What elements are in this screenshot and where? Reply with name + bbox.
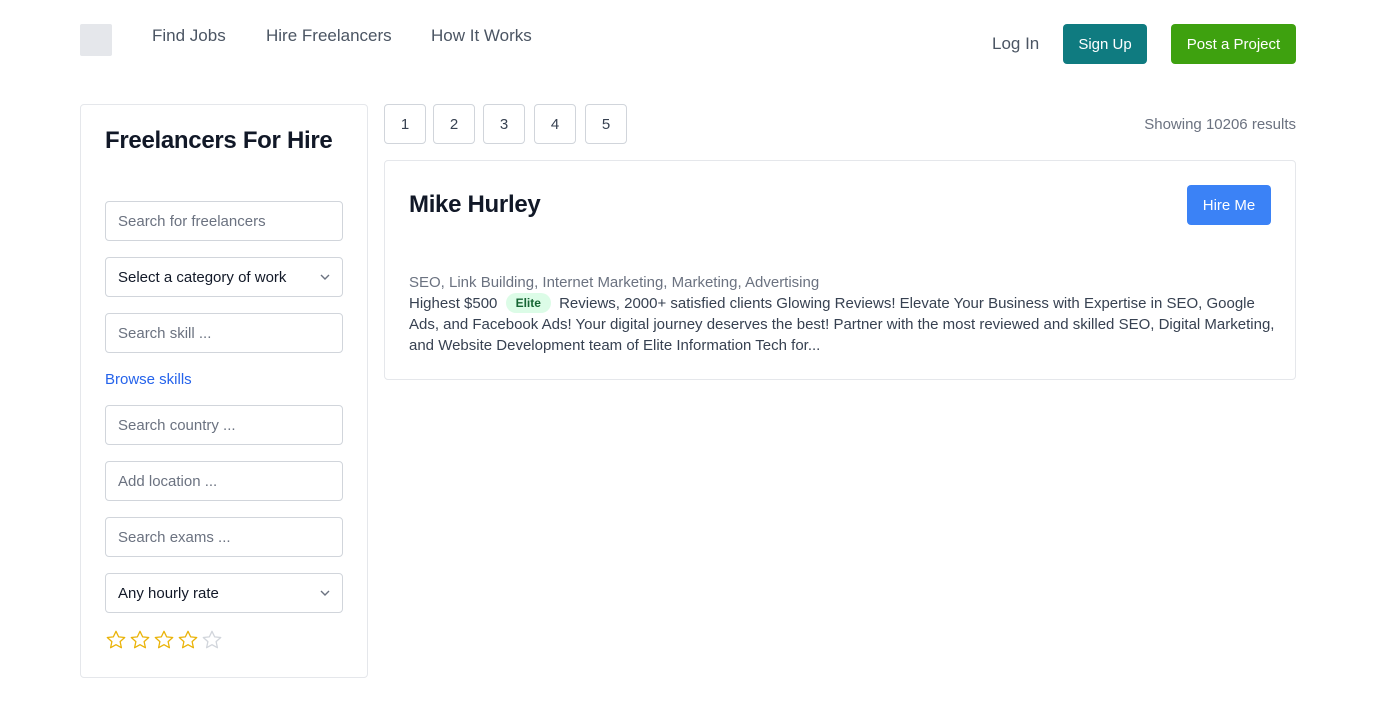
page-button-1[interactable]: 1 bbox=[384, 104, 426, 144]
hire-me-button[interactable]: Hire Me bbox=[1187, 185, 1271, 225]
elite-badge: Elite bbox=[505, 293, 551, 313]
login-link[interactable]: Log In bbox=[992, 34, 1039, 54]
signup-button[interactable]: Sign Up bbox=[1063, 24, 1147, 64]
freelancer-search-field bbox=[105, 201, 343, 241]
location-input[interactable] bbox=[106, 462, 342, 500]
skill-search-input[interactable] bbox=[106, 314, 342, 352]
results-count: Showing 10206 results bbox=[1144, 116, 1296, 133]
star-empty-icon[interactable] bbox=[201, 629, 223, 651]
freelancer-description: Highest $500 Elite Reviews, 2000+ satisf… bbox=[409, 293, 1275, 356]
category-select[interactable]: Select a category of work bbox=[105, 257, 343, 297]
freelancer-skills: SEO, Link Building, Internet Marketing, … bbox=[409, 274, 820, 291]
country-search-input[interactable] bbox=[106, 406, 342, 444]
hourly-rate-select[interactable]: Any hourly rate bbox=[105, 573, 343, 613]
star-filled-icon[interactable] bbox=[129, 629, 151, 651]
page-button-3[interactable]: 3 bbox=[483, 104, 525, 144]
exams-search-field bbox=[105, 517, 343, 557]
sidebar-title: Freelancers For Hire bbox=[105, 127, 333, 154]
freelancer-card: Mike Hurley Hire Me SEO, Link Building, … bbox=[384, 160, 1296, 380]
country-search-field bbox=[105, 405, 343, 445]
post-project-button[interactable]: Post a Project bbox=[1171, 24, 1296, 64]
browse-skills-link[interactable]: Browse skills bbox=[105, 371, 192, 388]
description-prefix: Highest $500 bbox=[409, 295, 498, 312]
chevron-down-icon bbox=[320, 588, 330, 598]
location-field bbox=[105, 461, 343, 501]
star-filled-icon[interactable] bbox=[177, 629, 199, 651]
category-select-value: Select a category of work bbox=[118, 268, 287, 286]
nav-hire-freelancers[interactable]: Hire Freelancers bbox=[266, 26, 392, 46]
skill-search-field bbox=[105, 313, 343, 353]
hourly-rate-select-value: Any hourly rate bbox=[118, 584, 219, 602]
page-button-5[interactable]: 5 bbox=[585, 104, 627, 144]
page-button-2[interactable]: 2 bbox=[433, 104, 475, 144]
nav-how-it-works[interactable]: How It Works bbox=[431, 26, 532, 46]
freelancer-search-input[interactable] bbox=[106, 202, 342, 240]
page-button-4[interactable]: 4 bbox=[534, 104, 576, 144]
star-filled-icon[interactable] bbox=[153, 629, 175, 651]
rating-stars[interactable] bbox=[105, 629, 223, 651]
star-filled-icon[interactable] bbox=[105, 629, 127, 651]
filter-sidebar: Freelancers For Hire Select a category o… bbox=[80, 104, 368, 678]
nav-find-jobs[interactable]: Find Jobs bbox=[152, 26, 226, 46]
exams-search-input[interactable] bbox=[106, 518, 342, 556]
chevron-down-icon bbox=[320, 272, 330, 282]
freelancer-name[interactable]: Mike Hurley bbox=[409, 191, 541, 219]
site-logo[interactable] bbox=[80, 24, 112, 56]
